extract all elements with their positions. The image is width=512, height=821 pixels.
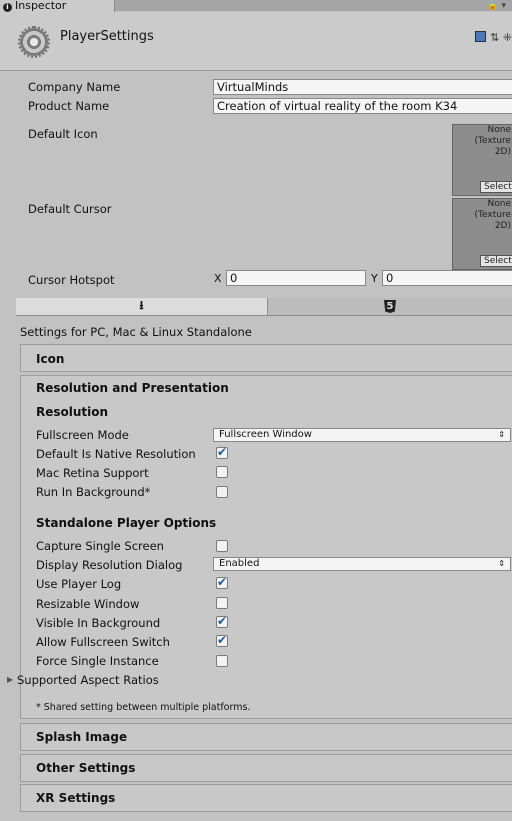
- use-player-log-checkbox[interactable]: [216, 575, 228, 589]
- page-title: PlayerSettings: [60, 29, 154, 44]
- native-resolution-label: Default Is Native Resolution: [36, 447, 196, 461]
- fullscreen-mode-dropdown[interactable]: Fullscreen Window ⇕: [213, 428, 511, 442]
- download-icon: ⭳: [139, 298, 144, 312]
- texture-line: None: [487, 125, 511, 135]
- texture-line: None: [487, 199, 511, 209]
- supported-aspect-ratios-foldout[interactable]: Supported Aspect Ratios: [17, 673, 159, 687]
- section-other-settings[interactable]: Other Settings: [20, 754, 512, 782]
- display-resolution-dialog-dropdown[interactable]: Enabled ⇕: [213, 557, 511, 571]
- texture-line: 2D): [494, 147, 511, 157]
- visible-in-background-checkbox[interactable]: [216, 614, 228, 628]
- product-name-label: Product Name: [28, 99, 110, 113]
- standalone-options-subtitle: Standalone Player Options: [36, 516, 217, 530]
- gear-icon: [18, 26, 50, 58]
- run-in-background-checkbox[interactable]: [216, 486, 228, 498]
- product-name-field[interactable]: Creation of virtual reality of the room …: [213, 98, 512, 114]
- display-resolution-dialog-label: Display Resolution Dialog: [36, 558, 183, 572]
- texture-line: (Texture: [474, 136, 511, 146]
- settings-menu-icon[interactable]: ⇅ ⁜: [490, 31, 512, 44]
- shared-setting-note: * Shared setting between multiple platfo…: [36, 702, 251, 713]
- use-player-log-label: Use Player Log: [36, 577, 122, 591]
- capture-single-screen-label: Capture Single Screen: [36, 539, 164, 553]
- tab-label: Inspector: [15, 0, 67, 12]
- section-title[interactable]: Resolution and Presentation: [36, 381, 229, 395]
- dropdown-arrow-icon: ⇕: [498, 559, 505, 568]
- tab-platform-webgl[interactable]: 5: [268, 298, 512, 315]
- hotspot-x-field[interactable]: 0: [226, 270, 366, 286]
- allow-fullscreen-switch-label: Allow Fullscreen Switch: [36, 635, 170, 649]
- company-name-field[interactable]: VirtualMinds: [213, 79, 512, 95]
- hotspot-y-label: Y: [371, 272, 378, 285]
- resolution-subtitle: Resolution: [36, 405, 109, 419]
- force-single-instance-label: Force Single Instance: [36, 654, 159, 668]
- info-icon: i: [3, 3, 12, 12]
- resizable-window-checkbox[interactable]: [216, 597, 228, 609]
- force-single-instance-checkbox[interactable]: [216, 655, 228, 667]
- divider: [16, 315, 512, 316]
- section-title: Other Settings: [36, 761, 136, 775]
- tab-platform-standalone[interactable]: ⭳: [16, 298, 268, 315]
- header-icons[interactable]: ⇅ ⁜: [475, 31, 512, 44]
- html5-icon: 5: [384, 300, 396, 313]
- lock-icon[interactable]: 🔒 ▾: [487, 1, 506, 11]
- foldout-arrow-icon[interactable]: ▶: [7, 675, 13, 684]
- hotspot-x-label: X: [214, 272, 222, 285]
- default-icon-label: Default Icon: [28, 127, 98, 141]
- mac-retina-checkbox[interactable]: [216, 466, 228, 478]
- hotspot-y-field[interactable]: 0: [382, 270, 512, 286]
- texture-line: (Texture: [474, 210, 511, 220]
- select-button[interactable]: Select: [480, 255, 512, 267]
- default-cursor-label: Default Cursor: [28, 202, 112, 216]
- select-button[interactable]: Select: [480, 181, 512, 193]
- company-name-label: Company Name: [28, 80, 121, 94]
- section-splash-image[interactable]: Splash Image: [20, 723, 512, 751]
- dropdown-value: Enabled: [219, 558, 260, 569]
- platform-settings-label: Settings for PC, Mac & Linux Standalone: [20, 325, 252, 339]
- section-title: Splash Image: [36, 730, 128, 744]
- mac-retina-label: Mac Retina Support: [36, 466, 149, 480]
- resizable-window-label: Resizable Window: [36, 597, 140, 611]
- fullscreen-mode-label: Fullscreen Mode: [36, 428, 129, 442]
- allow-fullscreen-switch-checkbox[interactable]: [216, 633, 228, 647]
- section-title: Icon: [36, 352, 65, 366]
- visible-in-background-label: Visible In Background: [36, 616, 161, 630]
- cursor-hotspot-label: Cursor Hotspot: [28, 273, 115, 287]
- dropdown-value: Fullscreen Window: [219, 429, 312, 440]
- native-resolution-checkbox[interactable]: [216, 445, 228, 459]
- help-book-icon[interactable]: [475, 31, 487, 42]
- default-icon-texture-field[interactable]: None (Texture 2D) Select: [452, 124, 512, 196]
- run-in-background-label: Run In Background*: [36, 485, 151, 499]
- texture-line: 2D): [494, 221, 511, 231]
- section-icon[interactable]: Icon: [20, 344, 512, 372]
- dropdown-arrow-icon: ⇕: [498, 430, 505, 439]
- tab-inspector[interactable]: i Inspector: [0, 0, 115, 12]
- capture-single-screen-checkbox[interactable]: [216, 540, 228, 552]
- section-title: XR Settings: [36, 791, 116, 805]
- default-cursor-texture-field[interactable]: None (Texture 2D) Select: [452, 198, 512, 270]
- section-xr-settings[interactable]: XR Settings: [20, 784, 512, 812]
